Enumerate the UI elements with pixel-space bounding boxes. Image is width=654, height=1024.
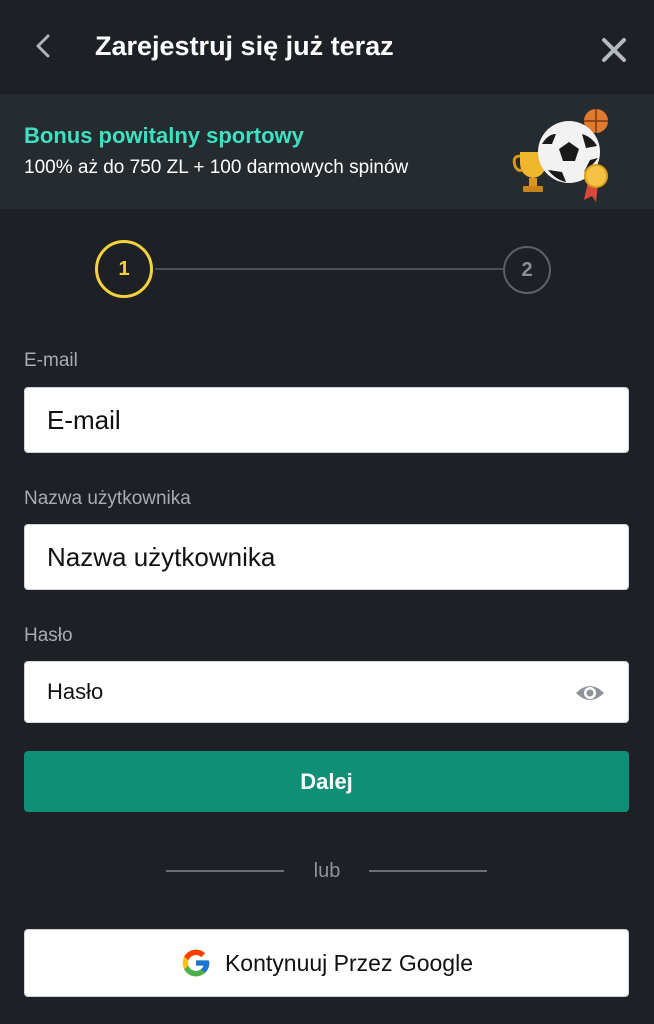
stepper-line (155, 268, 505, 270)
next-button[interactable]: Dalej (24, 751, 629, 812)
password-field[interactable] (25, 662, 628, 722)
registration-stepper: 1 2 (0, 238, 654, 300)
email-field[interactable] (25, 388, 628, 452)
back-button[interactable] (30, 28, 60, 64)
divider-line-right (369, 870, 487, 872)
sports-trophy-ball-icon (512, 104, 616, 204)
bonus-title: Bonus powitalny sportowy (24, 123, 304, 148)
email-field-wrapper (24, 387, 629, 453)
close-button[interactable] (598, 34, 630, 66)
step-1-indicator: 1 (95, 240, 153, 298)
google-icon (182, 949, 210, 977)
username-field[interactable] (25, 525, 628, 589)
username-field-wrapper (24, 524, 629, 590)
bonus-subtitle: 100% aż do 750 ZL + 100 darmowych spinów (24, 157, 409, 178)
header: Zarejestruj się już teraz (0, 0, 654, 94)
bonus-banner: Bonus powitalny sportowy 100% aż do 750 … (0, 94, 654, 209)
page-title: Zarejestruj się już teraz (95, 31, 394, 61)
password-field-wrapper (24, 661, 629, 723)
divider-text: lub (313, 860, 341, 882)
google-signin-button[interactable]: Kontynuuj Przez Google (24, 929, 629, 997)
divider-line-left (166, 870, 284, 872)
email-label: E-mail (24, 350, 78, 371)
step-2-indicator: 2 (503, 246, 551, 294)
close-icon (602, 38, 626, 62)
password-label: Hasło (24, 625, 73, 646)
username-label: Nazwa użytkownika (24, 488, 191, 509)
chevron-left-icon (36, 34, 50, 58)
eye-icon[interactable] (574, 681, 606, 705)
google-signin-label: Kontynuuj Przez Google (224, 949, 474, 976)
